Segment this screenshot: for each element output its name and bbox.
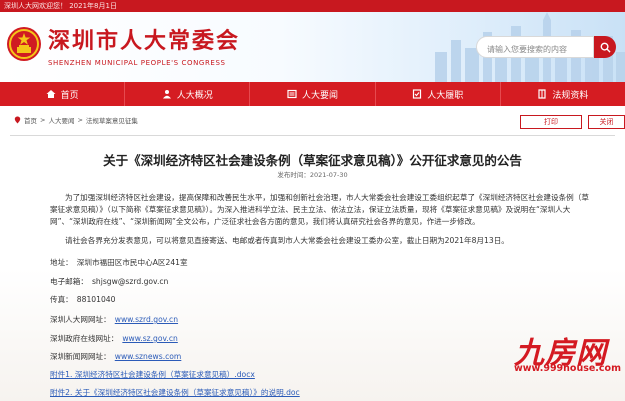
sznews-url-link[interactable]: www.sznews.com [115,352,182,361]
sznews-url-line: 深圳新闻网网址： www.sznews.com [50,351,181,362]
sznews-url-label: 深圳新闻网网址： [50,352,111,361]
nav-item-label: 人大履职 [427,90,464,101]
sz-gov-url-line: 深圳政府在线网址： www.sz.gov.cn [50,333,178,344]
breadcrumb: 首页 > 人大要闻 > 法规草案意见征集 [14,115,138,125]
szrd-url-label: 深圳人大网网址： [50,315,111,324]
watermark-url: www.999house.com [514,363,621,374]
duty-icon [413,89,422,99]
nav-item-label: 人大概况 [176,90,213,101]
szrd-url-line: 深圳人大网网址： www.szrd.gov.cn [50,314,178,325]
szrd-url-link[interactable]: www.szrd.gov.cn [115,315,178,324]
welcome-date-text: 深圳人大网欢迎您！ 2021年8月1日 [4,2,117,10]
address-label: 地址： [50,258,73,267]
nav-item-label: 首页 [60,90,79,101]
home-icon [46,90,56,98]
email-value: shjsgw@szrd.gov.cn [91,277,169,286]
breadcrumb-news-link[interactable]: 人大要闻 [48,115,74,125]
nav-item-label: 法规资料 [552,90,589,101]
national-emblem-icon [7,27,41,61]
address-line: 地址： 深圳市福田区市民中心A区241室 [50,257,188,268]
search-button[interactable] [594,36,616,58]
search-box[interactable] [476,36,594,60]
site-subtitle: SHENZHEN MUNICIPAL PEOPLE'S CONGRESS [48,59,226,67]
breadcrumb-home-link[interactable]: 首页 [24,115,37,125]
article-title: 关于《深圳经济特区社会建设条例（草案征求意见稿）》公开征求意见的公告 [103,153,522,168]
sz-gov-url-label: 深圳政府在线网址： [50,334,119,343]
print-button[interactable]: 打印 [520,115,582,129]
location-icon [14,116,21,124]
news-icon [287,89,297,99]
search-icon [600,42,611,53]
fax-value: 88101040 [76,295,116,304]
search-input[interactable] [477,39,593,60]
main-nav: 首页 人大概况 人大要闻 人大履职 法规资料 [0,82,625,106]
article-paragraph-2: 请社会各界充分发表意见，可以将意见直接寄送、电邮或者传真到市人大常委会社会建设工… [65,236,509,245]
nav-item-home[interactable]: 首页 [0,82,124,106]
nav-item-duty[interactable]: 人大履职 [374,82,500,106]
divider [10,135,615,136]
attachment-1-link[interactable]: 附件1. 深圳经济特区社会建设条例（草案征求意见稿）.docx [50,369,255,380]
address-value: 深圳市福田区市民中心A区241室 [76,258,188,267]
breadcrumb-separator: > [77,116,83,124]
site-header: 深圳市人大常委会 SHENZHEN MUNICIPAL PEOPLE'S CON… [0,12,625,82]
fax-label: 传真： [50,295,73,304]
fax-line: 传真： 88101040 [50,294,115,305]
law-icon [538,89,547,99]
site-title: 深圳市人大常委会 [48,29,241,54]
nav-item-label: 人大要闻 [302,90,339,101]
email-line: 电子邮箱： shjsgw@szrd.gov.cn [50,276,168,287]
nav-item-news[interactable]: 人大要闻 [249,82,374,106]
attachment-2-link[interactable]: 附件2. 关于《深圳经济特区社会建设条例（草案征求意见稿）》的说明.doc [50,387,300,398]
sz-gov-url-link[interactable]: www.sz.gov.cn [122,334,177,343]
people-icon [162,90,171,99]
close-button[interactable]: 关闭 [588,115,625,129]
top-bar: 深圳人大网欢迎您！ 2021年8月1日 [0,0,625,12]
publish-date: 发布时间：2021-07-30 [277,171,348,179]
nav-item-law[interactable]: 法规资料 [499,82,625,106]
nav-item-overview[interactable]: 人大概况 [124,82,249,106]
breadcrumb-current[interactable]: 法规草案意见征集 [86,115,138,125]
breadcrumb-separator: > [40,116,46,124]
email-label: 电子邮箱： [50,277,88,286]
article-paragraph-1: 为了加强深圳经济特区社会建设，提高保障和改善民生水平，加强和创新社会治理，市人大… [50,193,589,226]
